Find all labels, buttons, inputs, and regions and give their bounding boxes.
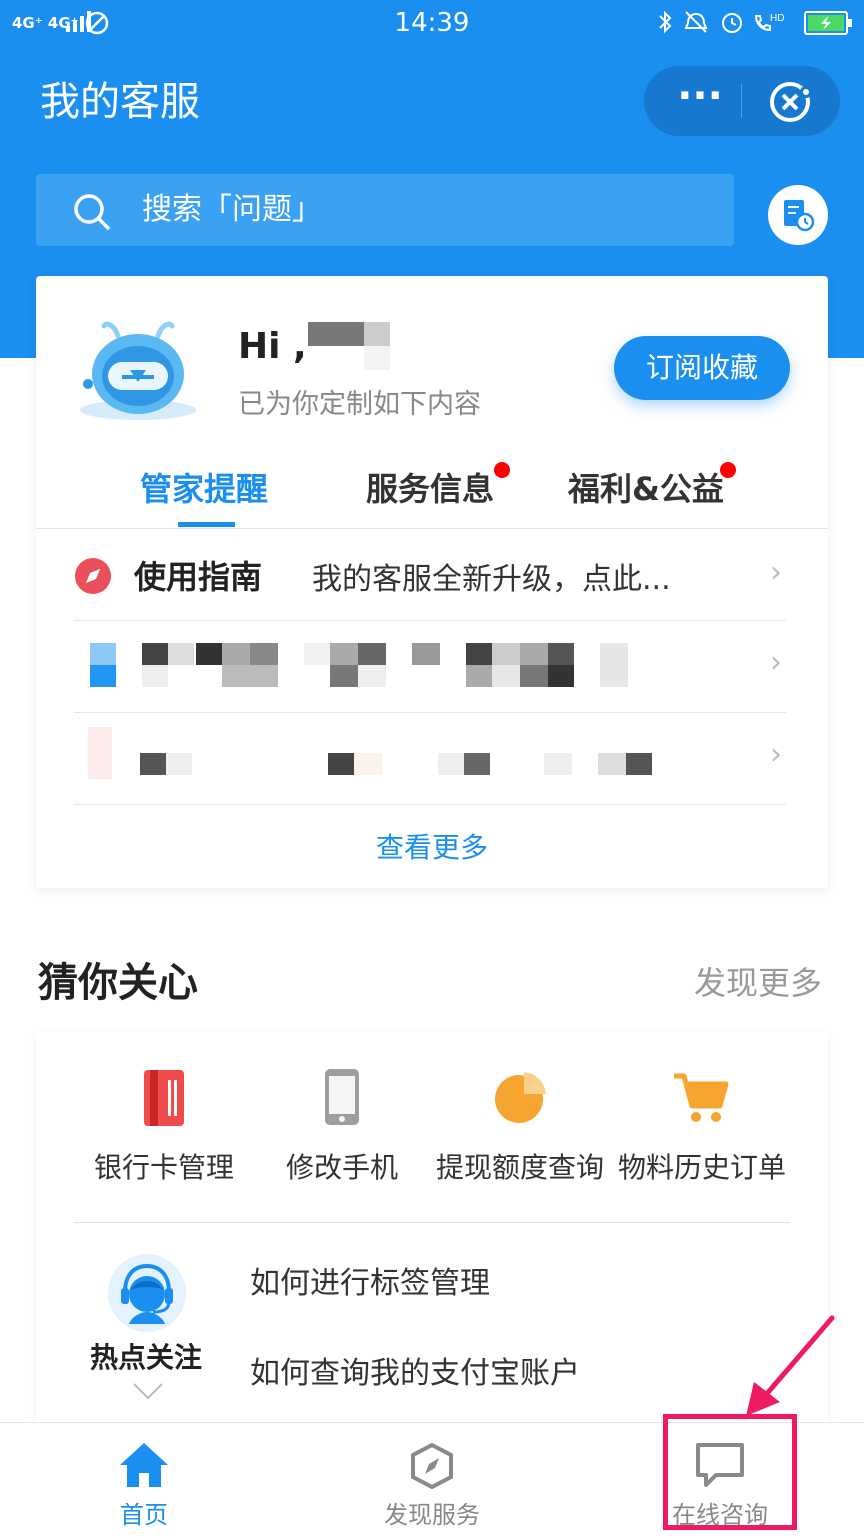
svg-text:HD: HD: [770, 13, 784, 24]
masked-text: [438, 753, 464, 775]
mini-program-capsule: ···: [644, 66, 840, 136]
bank-card-icon: [144, 1070, 184, 1126]
chevron-down-icon[interactable]: [132, 1382, 164, 1400]
search-input[interactable]: 搜索「问题」: [36, 174, 734, 246]
tab-welfare[interactable]: 福利&公益: [568, 464, 724, 510]
service-label: 提现额度查询: [435, 1151, 604, 1184]
service-info-badge: [494, 462, 510, 478]
service-material-orders[interactable]: 物料历史订单: [612, 1062, 792, 1212]
masked-text: [140, 753, 166, 775]
pie-chart-icon: [495, 1072, 546, 1123]
masked-username: [308, 322, 390, 372]
masked-icon: [88, 727, 112, 779]
robot-mascot-icon: [80, 321, 196, 420]
page-title: 我的客服: [40, 79, 200, 125]
tabbar-home[interactable]: 首页: [80, 1423, 208, 1536]
search-placeholder: 搜索「问题」: [142, 192, 322, 227]
history-button[interactable]: [768, 185, 828, 245]
masked-text: [598, 753, 626, 775]
section-title: 猜你关心: [38, 960, 198, 1006]
row-divider: [74, 804, 786, 805]
masked-text: [544, 753, 572, 775]
masked-text: [142, 643, 278, 687]
hot-question[interactable]: 如何进行标签管理: [250, 1258, 490, 1302]
tab-butler-reminder[interactable]: 管家提醒: [140, 464, 268, 510]
service-bank-card[interactable]: 银行卡管理: [76, 1062, 252, 1212]
masked-icon: [90, 643, 116, 665]
care-divider: [74, 1222, 790, 1223]
list-item-masked[interactable]: ›: [36, 621, 828, 711]
tabbar-home-label: 首页: [120, 1501, 168, 1529]
list-item-guide[interactable]: 使用指南 我的客服全新升级，点此... ›: [36, 529, 828, 621]
chevron-right-icon: ›: [770, 645, 782, 680]
highlight-box: [663, 1414, 797, 1530]
search-icon: [74, 194, 111, 231]
close-mini-program-icon[interactable]: [768, 80, 812, 124]
battery-icon: [804, 11, 852, 35]
tabbar-discover[interactable]: 发现服务: [368, 1423, 496, 1536]
tab-service-info[interactable]: 服务信息: [366, 464, 494, 510]
tabbar-discover-label: 发现服务: [384, 1501, 480, 1529]
welfare-badge: [720, 462, 736, 478]
chevron-right-icon: ›: [770, 737, 782, 772]
list-item-masked[interactable]: ›: [36, 713, 828, 803]
guide-text: 我的客服全新升级，点此...: [312, 562, 671, 597]
cart-icon: [674, 1073, 729, 1122]
masked-text: [464, 753, 490, 775]
capsule-divider: [741, 84, 742, 118]
service-withdraw-limit[interactable]: 提现额度查询: [430, 1062, 610, 1212]
greeting-hi: Hi ,: [238, 326, 307, 367]
care-card: 银行卡管理 修改手机 提现额度查询 物料历史订单 热点关注 如何进行标签管理 如…: [36, 1032, 828, 1432]
status-bar: 4G⁺ 4G⁺ 14:39 HD: [0, 0, 864, 46]
headset-agent-icon: [121, 1263, 173, 1324]
masked-text: [304, 643, 390, 687]
masked-text: [626, 753, 652, 775]
greeting-subtitle: 已为你定制如下内容: [238, 389, 481, 420]
compass-hexagon-icon: [411, 1443, 453, 1489]
masked-text: [328, 753, 354, 775]
service-label: 物料历史订单: [617, 1151, 786, 1184]
active-tab-indicator: [178, 522, 235, 527]
service-label: 银行卡管理: [93, 1151, 234, 1184]
status-icons: HD: [659, 10, 784, 34]
discover-more-link[interactable]: 发现更多: [694, 958, 822, 1004]
document-clock-icon: [784, 200, 815, 232]
more-button[interactable]: ···: [670, 66, 730, 136]
hot-topics-label: 热点关注: [90, 1341, 203, 1374]
masked-text: [166, 753, 192, 775]
guide-title: 使用指南: [134, 558, 263, 596]
masked-text: [466, 643, 574, 687]
chevron-right-icon: ›: [770, 555, 782, 590]
service-change-phone[interactable]: 修改手机: [256, 1062, 428, 1212]
phone-icon: [325, 1069, 359, 1125]
compass-icon: [75, 558, 111, 594]
reminder-card: Hi , 已为你定制如下内容 订阅收藏 管家提醒 服务信息 福利&公益 使用指南…: [36, 276, 828, 888]
masked-text: [354, 753, 382, 775]
home-icon: [120, 1443, 168, 1487]
customer-service-avatar: [108, 1254, 186, 1332]
service-label: 修改手机: [285, 1151, 398, 1184]
masked-text: [600, 643, 628, 687]
subscribe-button[interactable]: 订阅收藏: [614, 336, 790, 400]
annotation-arrow-icon: [746, 1315, 835, 1416]
hot-question[interactable]: 如何查询我的支付宝账户: [250, 1348, 580, 1392]
see-more-link[interactable]: 查看更多: [36, 826, 828, 866]
masked-text: [412, 643, 440, 665]
masked-icon-base: [90, 665, 116, 687]
